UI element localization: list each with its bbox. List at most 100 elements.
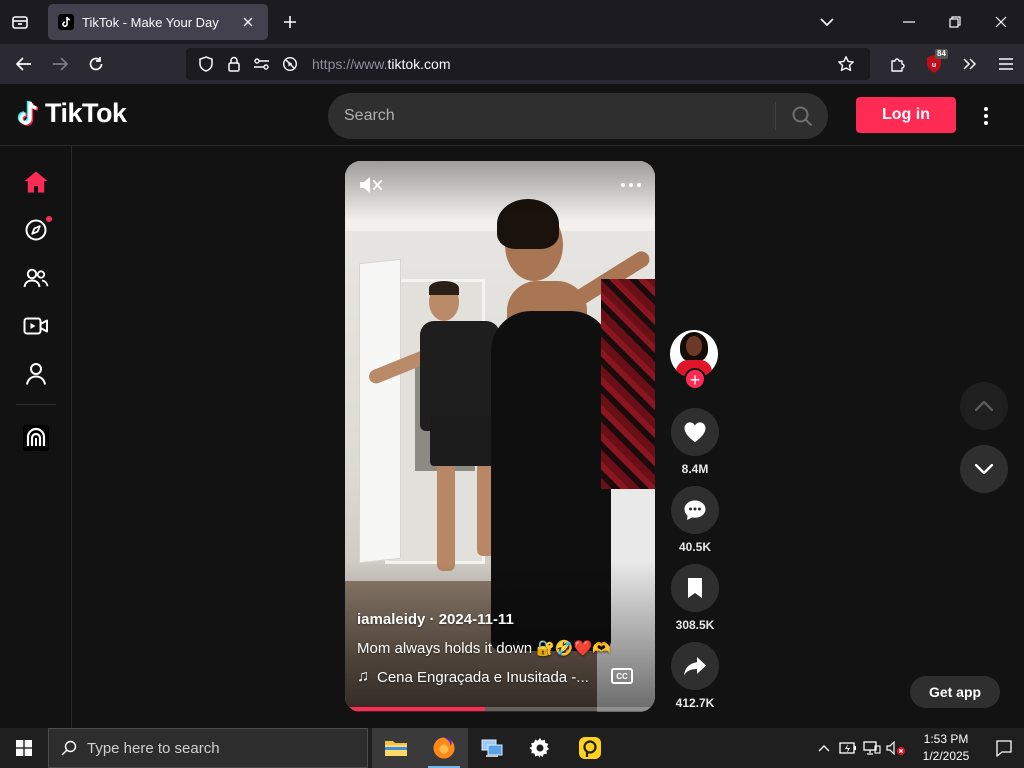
browser-tab[interactable]: TikTok - Make Your Day	[48, 4, 268, 40]
browser-tab-bar: TikTok - Make Your Day	[0, 0, 1024, 44]
url-domain: tiktok.com	[387, 56, 451, 72]
share-count: 412.7K	[675, 696, 715, 710]
video-top-gradient	[345, 161, 655, 221]
sidebar-item-home[interactable]	[18, 164, 54, 200]
tiktok-header: TikTok Log in	[0, 84, 1024, 146]
yellow-app-icon[interactable]	[566, 728, 614, 768]
tiktok-note-icon	[17, 100, 39, 126]
search-icon[interactable]	[776, 93, 828, 139]
get-app-button[interactable]: Get app	[910, 676, 1000, 708]
taskbar-search-placeholder: Type here to search	[87, 739, 220, 757]
forward-icon[interactable]	[48, 52, 72, 76]
music-title: Cena Engraçada e Inusitada -...	[377, 668, 589, 686]
explore-compass-icon	[25, 219, 47, 241]
video-more-icon[interactable]	[619, 175, 643, 195]
app-menu-icon[interactable]	[988, 44, 1024, 84]
chevron-up-icon	[975, 401, 993, 411]
save-count: 308.5K	[675, 618, 715, 632]
music-note-icon: ♫	[357, 668, 369, 685]
settings-gear-icon[interactable]	[516, 728, 564, 768]
battery-charging-icon[interactable]	[836, 728, 860, 768]
overflow-chevron-icon[interactable]	[952, 44, 988, 84]
video-bottom-gradient	[345, 561, 655, 712]
reload-icon[interactable]	[84, 52, 108, 76]
tab-list-icon[interactable]	[8, 10, 32, 34]
share-button[interactable]	[671, 642, 719, 690]
logo-text: TikTok	[45, 98, 127, 128]
system-tray: 1:53 PM 1/2/2025	[812, 728, 1024, 768]
lock-icon[interactable]	[222, 52, 246, 76]
search-bar	[328, 93, 828, 139]
video-player[interactable]: iamaleidy · 2024-11-11 Mom always holds …	[345, 161, 655, 712]
sidebar-divider	[16, 404, 56, 405]
show-hidden-icons-chevron-up-icon[interactable]	[812, 728, 836, 768]
follow-plus-button[interactable]: +	[684, 368, 706, 390]
windows-start-icon[interactable]	[0, 728, 48, 768]
new-tab-icon[interactable]	[278, 10, 302, 34]
clock-time: 1:53 PM	[923, 732, 969, 746]
list-all-tabs-icon[interactable]	[804, 0, 850, 44]
search-input[interactable]	[328, 93, 775, 139]
muted-speaker-icon[interactable]	[357, 173, 385, 197]
notifications-icon[interactable]	[984, 728, 1024, 768]
taskbar-search-box[interactable]: Type here to search	[48, 728, 368, 768]
firefox-taskbar-icon[interactable]	[420, 728, 468, 768]
tiktok-logo[interactable]: TikTok	[16, 98, 127, 129]
video-progress-bar[interactable]	[345, 707, 655, 711]
share-arrow-icon	[684, 657, 706, 676]
url-bar[interactable]: https://www.tiktok.com	[186, 48, 870, 80]
arch-logo-icon	[23, 425, 49, 451]
chevron-down-icon	[975, 464, 993, 474]
music-info[interactable]: ♫ Cena Engraçada e Inusitada -...	[357, 668, 597, 686]
video-frame-man-shorts	[430, 416, 500, 466]
volume-muted-icon[interactable]	[884, 728, 908, 768]
extensions-puzzle-icon[interactable]	[880, 44, 916, 84]
video-author-line[interactable]: iamaleidy · 2024-11-11	[357, 611, 514, 628]
video-frame-door	[359, 258, 401, 564]
sidebar-item-live[interactable]	[18, 308, 54, 344]
clock-date: 1/2/2025	[922, 749, 970, 763]
login-button[interactable]: Log in	[856, 97, 956, 133]
sidebar-item-profile[interactable]	[18, 356, 54, 392]
tab-title: TikTok - Make Your Day	[82, 14, 219, 30]
video-progress-fill	[345, 707, 485, 711]
network-icon[interactable]	[860, 728, 884, 768]
tracking-protection-shield-icon[interactable]	[194, 52, 218, 76]
next-video-button[interactable]	[960, 445, 1008, 493]
permissions-icon[interactable]	[250, 52, 274, 76]
save-button[interactable]	[671, 564, 719, 612]
bookmark-icon	[688, 578, 702, 598]
url-text[interactable]: https://www.tiktok.com	[312, 56, 834, 72]
browser-nav-bar: https://www.tiktok.com u 84	[0, 44, 1024, 84]
svg-text:u: u	[932, 62, 936, 69]
close-tab-icon[interactable]	[238, 12, 258, 32]
network-app-icon[interactable]	[468, 728, 516, 768]
ublock-extension-icon[interactable]: u 84	[916, 44, 952, 84]
back-icon[interactable]	[12, 52, 36, 76]
file-explorer-icon[interactable]	[372, 728, 420, 768]
taskbar-clock[interactable]: 1:53 PM 1/2/2025	[908, 731, 984, 765]
comment-bubble-icon	[684, 500, 706, 520]
tiktok-page: TikTok Log in	[0, 84, 1024, 728]
minimize-icon[interactable]	[886, 0, 932, 44]
more-options-icon[interactable]	[974, 102, 998, 130]
video-frame-man-leg	[437, 461, 455, 571]
autoplay-blocked-icon[interactable]	[278, 52, 302, 76]
bookmark-star-icon[interactable]	[834, 52, 858, 76]
windows-taskbar: Type here to search 1:53 PM 1/2/2025	[0, 728, 1024, 768]
live-video-icon	[23, 317, 48, 335]
close-window-icon[interactable]	[978, 0, 1024, 44]
closed-captions-button[interactable]: CC	[611, 668, 633, 684]
like-button[interactable]	[671, 408, 719, 456]
author-name[interactable]: iamaleidy	[357, 611, 425, 628]
comment-button[interactable]	[671, 486, 719, 534]
previous-video-button[interactable]	[960, 382, 1008, 430]
avatar-face	[686, 336, 702, 356]
video-frame-plaid-shirt	[601, 279, 655, 489]
sidebar-item-explore[interactable]	[18, 212, 54, 248]
restore-icon[interactable]	[932, 0, 978, 44]
tiktok-favicon-icon	[58, 14, 74, 30]
sidebar	[0, 146, 72, 728]
sidebar-item-arch[interactable]	[18, 420, 54, 456]
sidebar-item-following[interactable]	[18, 260, 54, 296]
